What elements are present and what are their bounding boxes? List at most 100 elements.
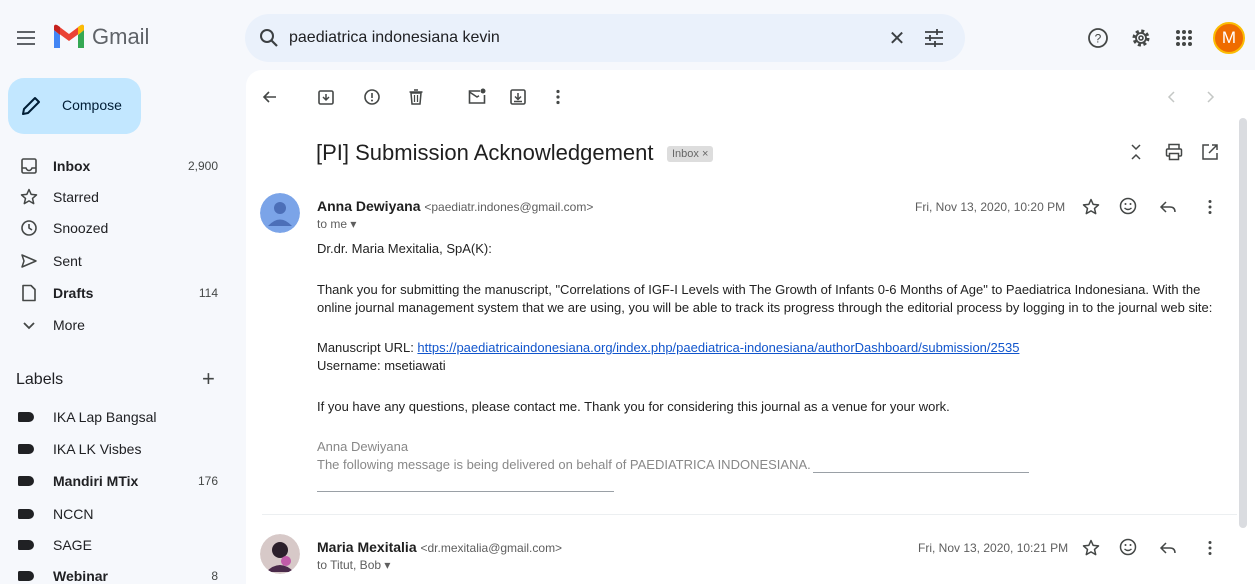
reply-icon[interactable] <box>1158 197 1178 217</box>
email-subject: [PI] Submission Acknowledgement <box>316 140 654 165</box>
label-item[interactable]: IKA LK Visbes <box>0 433 240 465</box>
recipients-dropdown[interactable]: to me ▾ <box>317 217 356 231</box>
star-icon[interactable] <box>1081 538 1101 558</box>
more-vert-icon[interactable] <box>1200 197 1220 217</box>
sidebar-item-more[interactable]: More <box>0 309 240 341</box>
message-date: Fri, Nov 13, 2020, 10:21 PM <box>918 541 1069 555</box>
sidebar-item-snoozed[interactable]: Snoozed <box>0 212 240 244</box>
body-greeting: Dr.dr. Maria Mexitalia, SpA(K): <box>317 241 492 256</box>
sidebar-item-inbox[interactable]: Inbox 2,900 <box>0 150 240 182</box>
sidebar-item-label: Inbox <box>53 158 91 174</box>
gmail-logo[interactable]: Gmail <box>52 24 149 50</box>
sidebar-item-drafts[interactable]: Drafts 114 <box>0 277 240 309</box>
add-label-icon[interactable]: + <box>202 366 215 392</box>
sidebar-item-label: Drafts <box>53 285 94 301</box>
reply-icon[interactable] <box>1158 538 1178 558</box>
sidebar-item-label: Snoozed <box>53 220 109 236</box>
label-item[interactable]: Mandiri MTix 176 <box>0 465 240 497</box>
label-item[interactable]: SAGE <box>0 529 240 561</box>
gmail-m-icon <box>54 24 84 48</box>
sender-avatar-photo[interactable] <box>260 534 300 574</box>
chevron-down-icon <box>23 322 35 330</box>
back-arrow-icon[interactable] <box>260 87 280 107</box>
label-name: Webinar <box>53 568 108 584</box>
label-tag-icon <box>18 476 34 486</box>
manuscript-url-line: Manuscript URL: https://paediatricaindon… <box>317 339 1019 357</box>
body-closing: If you have any questions, please contac… <box>317 399 950 414</box>
sidebar-item-sent[interactable]: Sent <box>0 245 240 277</box>
sender-email: <paediatr.indones@gmail.com> <box>424 200 594 214</box>
signature-name: Anna Dewiyana <box>317 439 409 454</box>
compose-button[interactable]: Compose <box>8 78 141 134</box>
settings-gear-icon[interactable] <box>1129 26 1153 50</box>
manuscript-link[interactable]: https://paediatricaindonesiana.org/index… <box>417 340 1019 355</box>
scrollbar-thumb[interactable] <box>1239 118 1247 528</box>
label-name: IKA Lap Bangsal <box>53 409 157 425</box>
sender-avatar[interactable] <box>260 193 300 233</box>
label-name: IKA LK Visbes <box>53 441 142 457</box>
pencil-icon <box>22 97 40 115</box>
label-tag-icon <box>18 412 34 422</box>
app-name: Gmail <box>92 24 150 49</box>
inbox-icon <box>21 158 37 174</box>
sidebar-item-label: More <box>53 317 85 333</box>
move-to-icon[interactable] <box>508 87 528 107</box>
send-icon <box>21 254 37 268</box>
sidebar-item-starred[interactable]: Starred <box>0 181 240 213</box>
sidebar-item-label: Starred <box>53 189 99 205</box>
archive-icon[interactable] <box>316 87 336 107</box>
print-icon[interactable] <box>1164 142 1184 162</box>
label-tag-icon <box>18 444 34 454</box>
message-date: Fri, Nov 13, 2020, 10:20 PM <box>915 200 1066 214</box>
search-input[interactable] <box>289 14 849 62</box>
label-tag-icon <box>18 571 34 581</box>
sender-name[interactable]: Maria Mexitalia <box>317 539 417 555</box>
label-tag-icon <box>18 509 34 519</box>
svg-text:?: ? <box>1095 32 1102 46</box>
label-item[interactable]: Webinar 8 <box>0 560 240 584</box>
apps-grid-icon[interactable] <box>1172 26 1196 50</box>
body-paragraph: Thank you for submitting the manuscript,… <box>317 282 1201 297</box>
signature-note: The following message is being delivered… <box>317 457 811 472</box>
open-new-window-icon[interactable] <box>1200 142 1220 162</box>
label-name: Mandiri MTix <box>53 473 139 489</box>
help-icon[interactable]: ? <box>1086 26 1110 50</box>
compose-label: Compose <box>62 97 122 113</box>
sender-name[interactable]: Anna Dewiyana <box>317 198 420 214</box>
newer-chevron-icon[interactable] <box>1162 87 1182 107</box>
label-item[interactable]: IKA Lap Bangsal <box>0 401 240 433</box>
message-pane: [PI] Submission Acknowledgement Inbox × … <box>246 70 1255 584</box>
search-options-icon[interactable] <box>923 28 945 48</box>
main-menu-icon[interactable] <box>14 27 38 51</box>
url-label: Manuscript URL: <box>317 340 418 355</box>
more-vert-icon[interactable] <box>548 87 568 107</box>
mark-unread-icon[interactable] <box>467 87 487 107</box>
label-item[interactable]: NCCN <box>0 498 240 530</box>
search-bar: ✕ <box>245 14 965 62</box>
inbox-count: 2,900 <box>187 159 218 173</box>
message-divider <box>262 514 1237 515</box>
label-count: 8 <box>211 569 218 583</box>
label-name: SAGE <box>53 537 92 553</box>
draft-icon <box>22 284 36 302</box>
inbox-label-chip[interactable]: Inbox × <box>667 146 714 162</box>
signature-rule <box>317 491 614 492</box>
clock-icon <box>21 220 37 236</box>
labels-heading: Labels <box>16 371 64 388</box>
clear-search-icon[interactable]: ✕ <box>885 26 909 51</box>
sender-line: Anna Dewiyana <paediatr.indones@gmail.co… <box>317 198 593 214</box>
drafts-count: 114 <box>198 286 218 300</box>
label-count: 176 <box>197 474 218 488</box>
star-icon[interactable] <box>1081 197 1101 217</box>
emoji-reaction-icon[interactable] <box>1118 537 1138 557</box>
emoji-reaction-icon[interactable] <box>1118 196 1138 216</box>
sender-email: <dr.mexitalia@gmail.com> <box>420 541 563 555</box>
delete-icon[interactable] <box>406 87 426 107</box>
search-icon[interactable] <box>259 28 279 48</box>
recipients-dropdown[interactable]: to Titut, Bob ▾ <box>317 558 390 572</box>
more-vert-icon[interactable] <box>1200 538 1220 558</box>
collapse-all-icon[interactable] <box>1126 142 1146 162</box>
older-chevron-icon[interactable] <box>1200 87 1220 107</box>
account-avatar[interactable]: M <box>1213 22 1245 54</box>
report-spam-icon[interactable] <box>362 87 382 107</box>
